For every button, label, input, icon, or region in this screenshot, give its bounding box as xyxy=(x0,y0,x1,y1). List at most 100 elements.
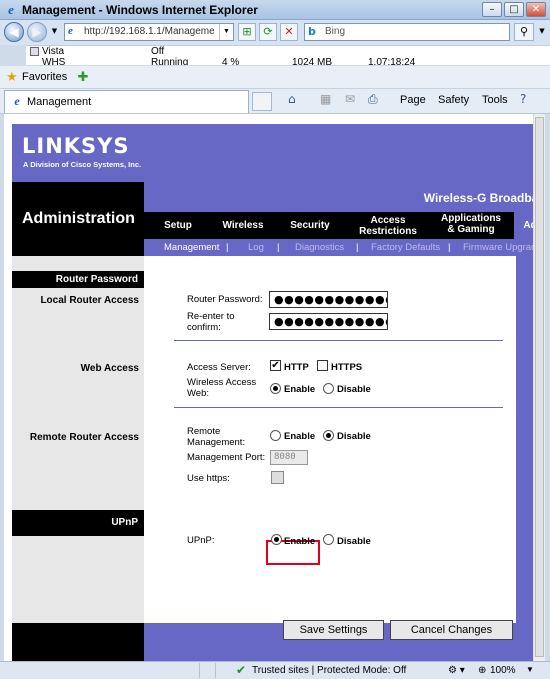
home-icon[interactable]: ⌂ xyxy=(288,92,296,106)
remote-management-label: Remote Management: xyxy=(187,426,246,448)
remote-management-enable-label: Enable xyxy=(284,431,316,442)
page-icon: e xyxy=(68,25,73,37)
status-bar: ✔ Trusted sites | Protected Mode: Off ⚙ … xyxy=(0,661,550,679)
search-input[interactable]: b Bing xyxy=(304,23,510,41)
remote-management-disable-radio[interactable] xyxy=(323,430,334,441)
vm-cpu: 4 % xyxy=(222,57,240,65)
refresh-button[interactable]: ⟳ xyxy=(259,23,277,41)
vm-state: Running xyxy=(151,57,189,65)
product-name: Wireless-G Broadband xyxy=(423,191,533,205)
upnp-disable-radio[interactable] xyxy=(323,534,334,545)
window-title: Management - Windows Internet Explorer xyxy=(22,3,258,17)
recent-pages-dropdown[interactable]: ▼ xyxy=(48,23,61,41)
scrollbar-thumb[interactable] xyxy=(535,117,544,657)
print-icon[interactable]: ⎙ xyxy=(368,92,378,107)
subtab-factory-defaults[interactable]: Factory Defaults xyxy=(371,242,440,253)
tab-security[interactable]: Security xyxy=(285,220,335,231)
use-https-label: Use https: xyxy=(187,473,230,484)
zoom-icon: ⊕ xyxy=(478,665,487,676)
https-checkbox[interactable] xyxy=(317,360,328,371)
remote-management-enable-radio[interactable] xyxy=(270,430,281,441)
stop-button[interactable]: ✕ xyxy=(280,23,298,41)
management-port-label: Management Port: xyxy=(187,452,266,463)
vm-name: Vista xyxy=(42,46,65,57)
subtab-diagnostics[interactable]: Diagnostics xyxy=(295,242,344,253)
back-button[interactable]: ◀ xyxy=(4,22,24,42)
address-toolbar: ◀ ▶ ▼ e http://192.168.1.1/Management...… xyxy=(0,20,550,45)
divider xyxy=(174,407,503,408)
feeds-icon[interactable]: ▦ xyxy=(320,92,331,106)
product-bar: Wireless-G Broadband xyxy=(144,182,533,212)
browser-tab[interactable]: e Management xyxy=(4,90,249,113)
label-web-access: Web Access xyxy=(80,363,139,374)
subtab-separator: | xyxy=(448,242,451,253)
upnp-disable-label: Disable xyxy=(337,536,371,547)
search-icon[interactable]: ⚲ xyxy=(514,23,534,41)
add-to-favorites-icon[interactable]: ✚ xyxy=(74,68,92,86)
tab-applications-gaming[interactable]: Applications & Gaming xyxy=(440,213,502,235)
tools-menu[interactable]: Tools xyxy=(482,94,508,106)
address-input[interactable]: e http://192.168.1.1/Management... ▼ xyxy=(64,23,234,41)
tab-page-icon: e xyxy=(14,94,20,108)
access-server-label: Access Server: xyxy=(187,362,251,373)
mail-icon[interactable]: ✉ xyxy=(345,92,355,106)
bing-logo-icon: b xyxy=(308,25,316,38)
subtab-log[interactable]: Log xyxy=(248,242,264,253)
wireless-access-web-label: Wireless Access Web: xyxy=(187,377,257,399)
ie-logo-icon: e xyxy=(8,2,14,17)
section-router-password: Router Password xyxy=(12,271,144,288)
router-password-input[interactable]: ●●●●●●●●●●●●●●●● xyxy=(269,291,388,308)
http-label: HTTP xyxy=(284,362,309,373)
command-bar: e Management ⌂ ▦ ✉ ⎙ Page Safety Tools ? xyxy=(0,89,550,114)
safety-menu[interactable]: Safety xyxy=(438,94,469,106)
section-labels-column xyxy=(12,256,144,661)
security-zone-text[interactable]: Trusted sites | Protected Mode: Off xyxy=(252,665,406,676)
new-tab-button[interactable] xyxy=(252,92,272,111)
cancel-changes-button[interactable]: Cancel Changes xyxy=(390,620,513,640)
zoom-level[interactable]: 100% xyxy=(490,665,516,676)
wireless-access-disable-radio[interactable] xyxy=(323,383,334,394)
status-segment xyxy=(200,663,216,678)
subtab-firmware-upgrade[interactable]: Firmware Upgrade xyxy=(463,242,533,253)
label-remote-router-access: Remote Router Access xyxy=(29,432,139,443)
reenter-password-label: Re-enter to confirm: xyxy=(187,311,235,333)
divider xyxy=(174,340,503,341)
subtab-management[interactable]: Management xyxy=(164,242,219,253)
vertical-scrollbar[interactable] xyxy=(533,114,545,661)
favorites-star-icon[interactable]: ★ xyxy=(6,69,18,84)
save-settings-button[interactable]: Save Settings xyxy=(283,620,384,640)
reenter-password-input[interactable]: ●●●●●●●●●●●●●●●● xyxy=(269,313,388,330)
management-port-input[interactable]: 8080 xyxy=(270,450,308,465)
subtab-separator: | xyxy=(226,242,229,253)
compatibility-view-button[interactable]: ⊞ xyxy=(238,23,256,41)
https-label: HTTPS xyxy=(331,362,363,373)
http-checkbox[interactable]: ✔ xyxy=(270,360,281,371)
page-menu[interactable]: Page xyxy=(400,94,426,106)
favorites-button[interactable]: Favorites xyxy=(22,71,67,83)
subtab-separator: | xyxy=(277,242,280,253)
address-dropdown-icon[interactable]: ▼ xyxy=(219,24,233,40)
forward-button[interactable]: ▶ xyxy=(27,22,47,42)
zoom-dropdown-icon[interactable]: ▼ xyxy=(526,665,534,674)
tab-access-restrictions[interactable]: Access Restrictions xyxy=(358,215,418,237)
protected-mode-icon[interactable]: ⚙ ▾ xyxy=(448,665,465,676)
search-placeholder: Bing xyxy=(325,26,346,37)
wireless-access-enable-radio[interactable] xyxy=(270,383,281,394)
linksys-page: LINKSYS A Division of Cisco Systems, Inc… xyxy=(12,124,533,661)
router-password-label: Router Password: xyxy=(187,294,263,305)
upnp-enable-radio[interactable] xyxy=(271,534,282,545)
search-options-dropdown[interactable]: ▼ xyxy=(536,23,548,41)
tab-setup[interactable]: Setup xyxy=(158,220,198,231)
main-tabs: Setup Wireless Security Access Restricti… xyxy=(144,212,533,239)
close-button[interactable]: ✕ xyxy=(526,2,546,17)
tab-administration[interactable]: Ad xyxy=(520,220,533,231)
background-window-list: Vista Off WHS Running 4 % 1024 MB 1.07:1… xyxy=(26,45,550,65)
help-icon[interactable]: ? xyxy=(520,92,526,106)
minimize-button[interactable]: – xyxy=(482,2,502,17)
use-https-checkbox[interactable] xyxy=(271,471,284,484)
status-segment xyxy=(0,663,200,678)
right-accent-stripe xyxy=(516,256,533,623)
page-viewport: LINKSYS A Division of Cisco Systems, Inc… xyxy=(0,114,550,661)
tab-wireless[interactable]: Wireless xyxy=(218,220,268,231)
maximize-button[interactable]: □ xyxy=(504,2,524,17)
